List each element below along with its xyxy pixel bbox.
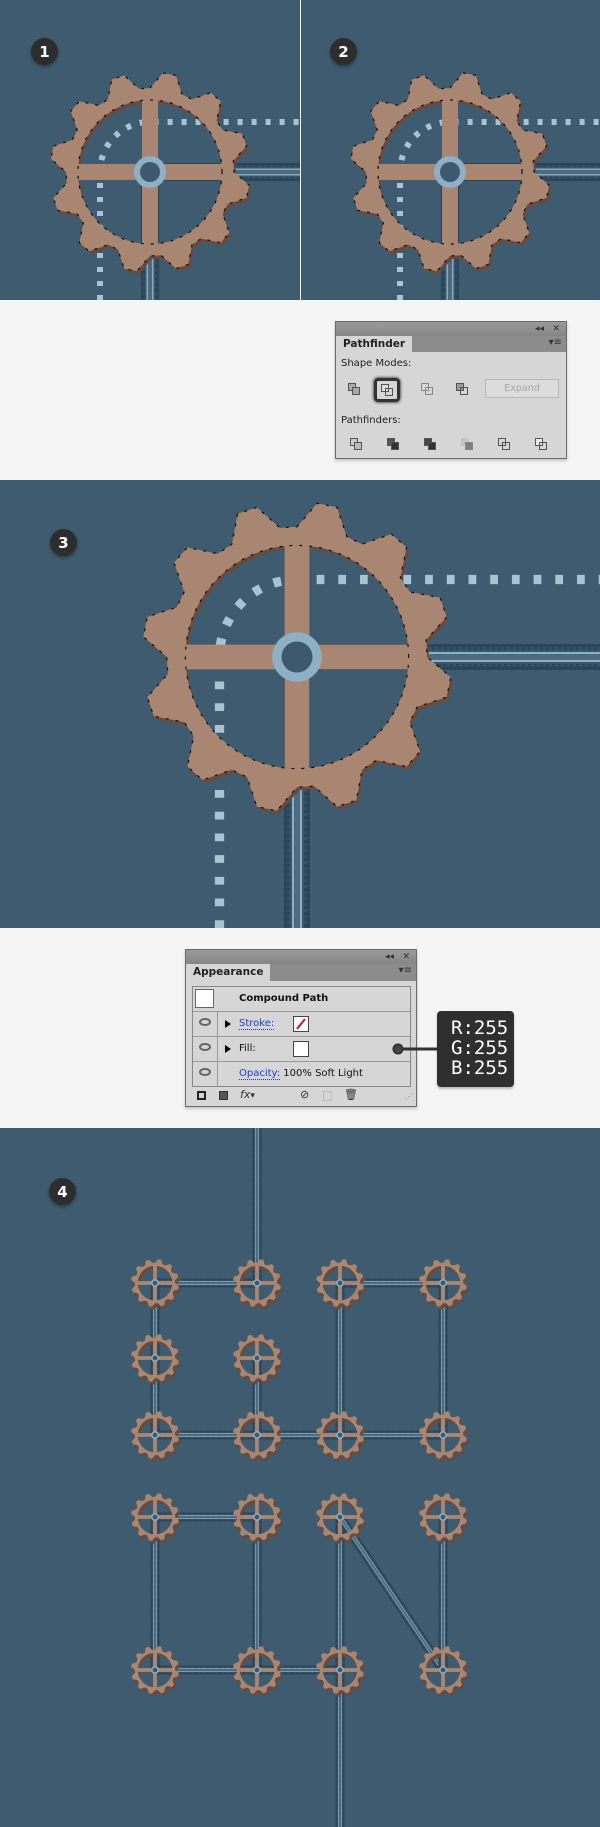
expand-triangle-icon[interactable] bbox=[225, 1045, 231, 1053]
dashed-track bbox=[97, 119, 300, 300]
gear-hub-hole bbox=[254, 1280, 260, 1286]
duplicate-item-icon bbox=[323, 1091, 332, 1101]
gear-hub-hole bbox=[440, 162, 460, 182]
shape-modes-label: Shape Modes: bbox=[341, 358, 412, 369]
panel-footer: fx▾ ⊘ 🗑 ⋰ bbox=[186, 1088, 416, 1106]
gear-hub-hole bbox=[337, 1432, 343, 1438]
panel-menu-icon[interactable]: ▾≡ bbox=[549, 337, 562, 348]
trash-icon[interactable]: 🗑 bbox=[344, 1088, 358, 1101]
appearance-list: Compound Path Stroke: Fill: Opacity: 100… bbox=[192, 986, 411, 1087]
gear-hub-hole bbox=[440, 1280, 446, 1286]
gear-hub-hole bbox=[152, 1280, 158, 1286]
gear-hub-hole bbox=[281, 641, 313, 673]
trim-icon[interactable] bbox=[387, 438, 399, 450]
step-badge-3: 3 bbox=[50, 529, 77, 556]
gear-hub-hole bbox=[152, 1432, 158, 1438]
gear-illustration-3 bbox=[142, 502, 600, 928]
crop-icon[interactable] bbox=[461, 438, 473, 450]
divide-icon[interactable] bbox=[350, 438, 362, 450]
gear-hub-hole bbox=[337, 1280, 343, 1286]
rgb-r: R:255 bbox=[451, 1017, 509, 1039]
stroke-swatch-none[interactable] bbox=[293, 1016, 309, 1032]
rgb-g: G:255 bbox=[451, 1037, 509, 1059]
go-on-gear-lettering bbox=[131, 1128, 469, 1827]
merge-icon[interactable] bbox=[424, 438, 436, 450]
gear-hub-hole bbox=[152, 1667, 158, 1673]
gear-hub-hole bbox=[152, 1355, 158, 1361]
gear-hub-hole bbox=[337, 1667, 343, 1673]
rgb-tooltip: R:255 G:255 B:255 bbox=[437, 1011, 514, 1087]
panel-menu-icon[interactable]: ▾≡ bbox=[399, 965, 412, 976]
visibility-eye-icon[interactable] bbox=[199, 1018, 211, 1026]
appearance-row-object[interactable]: Compound Path bbox=[193, 987, 410, 1012]
rgb-b: B:255 bbox=[451, 1057, 509, 1079]
expand-button[interactable]: Expand bbox=[485, 379, 559, 398]
object-label: Compound Path bbox=[239, 993, 329, 1004]
stroke-link[interactable]: Stroke: bbox=[239, 1018, 275, 1030]
opacity-link[interactable]: Opacity: bbox=[239, 1068, 281, 1080]
fill-swatch-white[interactable] bbox=[293, 1041, 309, 1057]
unite-icon[interactable] bbox=[348, 383, 360, 395]
opacity-value: 100% Soft Light bbox=[283, 1068, 363, 1079]
gear-hub-hole bbox=[440, 1514, 446, 1520]
tab-pathfinder[interactable]: Pathfinder bbox=[336, 336, 413, 352]
step-badge-1: 1 bbox=[31, 38, 58, 65]
fill-label: Fill: bbox=[239, 1043, 256, 1054]
gear-hub-hole bbox=[140, 162, 160, 182]
add-stroke-icon[interactable] bbox=[197, 1091, 206, 1100]
add-fill-icon[interactable] bbox=[219, 1091, 228, 1100]
pathfinder-panel: ◂◂ ✕ Pathfinder ▾≡ Shape Modes: Expand P… bbox=[335, 321, 567, 459]
pipe-core bbox=[339, 1516, 444, 1671]
dashed-track bbox=[397, 119, 600, 300]
fx-icon[interactable]: fx▾ bbox=[240, 1088, 255, 1101]
appearance-panel: ◂◂ ✕ Appearance ▾≡ Compound Path Stroke:… bbox=[185, 949, 417, 1107]
object-thumbnail bbox=[195, 989, 214, 1008]
gear-hub-hole bbox=[152, 1514, 158, 1520]
gear-hub-hole bbox=[254, 1432, 260, 1438]
appearance-row-stroke[interactable]: Stroke: bbox=[193, 1012, 410, 1037]
step-badge-4: 4 bbox=[49, 1178, 76, 1205]
panel-titlebar[interactable]: ◂◂ ✕ bbox=[336, 322, 566, 336]
intersect-icon[interactable] bbox=[421, 383, 433, 395]
step4-canvas: 4 bbox=[0, 1128, 600, 1827]
resize-grip-icon[interactable]: ⋰ bbox=[405, 1092, 413, 1101]
expand-triangle-icon[interactable] bbox=[225, 1020, 231, 1028]
gear-hub-hole bbox=[337, 1514, 343, 1520]
minus-front-icon bbox=[381, 384, 393, 396]
close-icon[interactable]: ✕ bbox=[552, 322, 560, 336]
clear-appearance-icon[interactable]: ⊘ bbox=[300, 1088, 309, 1101]
collapse-icon[interactable]: ◂◂ bbox=[535, 322, 544, 336]
minus-front-button[interactable] bbox=[374, 378, 400, 402]
visibility-eye-icon[interactable] bbox=[199, 1068, 211, 1076]
minus-back-icon[interactable] bbox=[535, 438, 547, 450]
visibility-eye-icon[interactable] bbox=[199, 1043, 211, 1051]
gear-hub-hole bbox=[440, 1432, 446, 1438]
exclude-icon[interactable] bbox=[456, 383, 468, 395]
callout-connector bbox=[392, 1043, 440, 1055]
close-icon[interactable]: ✕ bbox=[402, 950, 410, 964]
outline-icon[interactable] bbox=[498, 438, 510, 450]
collapse-icon[interactable]: ◂◂ bbox=[385, 950, 394, 964]
gear-hub-hole bbox=[254, 1514, 260, 1520]
gear-hub-hole bbox=[440, 1667, 446, 1673]
step-badge-2: 2 bbox=[330, 38, 357, 65]
step2-canvas: 2 bbox=[301, 0, 600, 300]
gear-hub-hole bbox=[254, 1355, 260, 1361]
appearance-row-opacity[interactable]: Opacity: 100% Soft Light bbox=[193, 1062, 410, 1087]
tab-appearance[interactable]: Appearance bbox=[186, 964, 271, 981]
step1-canvas: 1 bbox=[0, 0, 300, 300]
gear-hub-hole bbox=[254, 1667, 260, 1673]
appearance-row-fill[interactable]: Fill: bbox=[193, 1037, 410, 1062]
pathfinders-label: Pathfinders: bbox=[341, 415, 401, 426]
panel-titlebar[interactable]: ◂◂ ✕ bbox=[186, 950, 416, 964]
step3-canvas: 3 bbox=[0, 480, 600, 928]
